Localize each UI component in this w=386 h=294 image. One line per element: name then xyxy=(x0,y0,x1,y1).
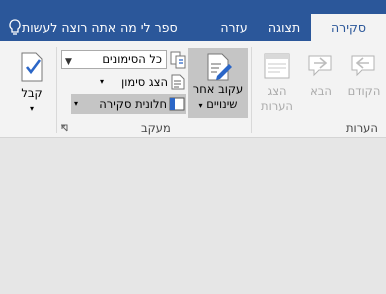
show-markup-button[interactable]: הצג סימון ▾ xyxy=(100,72,186,92)
track-changes-button[interactable]: עקוב אחר שינויים ▾ xyxy=(188,48,248,118)
track-changes-label-2: שינויים ▾ xyxy=(198,97,238,111)
group-separator xyxy=(251,47,252,133)
chevron-down-icon: ▼ xyxy=(65,57,72,67)
show-comments-label-1: הצג xyxy=(267,84,287,98)
lightbulb-icon xyxy=(9,18,21,35)
track-changes-icon xyxy=(207,53,232,81)
next-comment-icon xyxy=(308,55,332,77)
tab-help[interactable]: עזרה xyxy=(210,14,258,41)
markup-dropdown[interactable]: כל הסימונים ▼ xyxy=(61,50,167,69)
comments-group-label: הערות xyxy=(346,121,378,135)
accept-label: קבל xyxy=(21,86,43,100)
show-comments-button[interactable]: הצג הערות xyxy=(258,52,296,114)
tab-view[interactable]: תצוגה xyxy=(258,14,310,41)
show-comments-label-2: הערות xyxy=(261,99,293,113)
document-canvas xyxy=(0,146,386,294)
show-markup-icon xyxy=(171,74,185,90)
dialog-launcher-icon[interactable] xyxy=(60,124,68,132)
chevron-down-icon: ▾ xyxy=(100,77,105,86)
tab-review[interactable]: סקירה xyxy=(311,14,386,41)
track-changes-label-1: עקוב אחר xyxy=(192,82,244,96)
tell-me-text: ספר לי מה אתה רוצה לעשות xyxy=(22,20,178,35)
previous-comment-button[interactable]: הקודם xyxy=(344,52,384,99)
previous-comment-icon xyxy=(351,55,375,77)
tell-me-search[interactable]: ספר לי מה אתה רוצה לעשות xyxy=(4,14,188,41)
show-markup-label: הצג סימון xyxy=(121,75,168,89)
chevron-down-icon: ▾ xyxy=(198,101,203,110)
show-comments-icon xyxy=(264,53,290,79)
reviewing-pane-label: חלונית סקירה xyxy=(99,97,167,111)
markup-icon xyxy=(170,51,186,69)
reviewing-pane-button[interactable]: חלונית סקירה ▾ xyxy=(71,94,186,114)
accept-icon xyxy=(21,52,43,82)
next-comment-label: הבא xyxy=(310,84,332,98)
next-comment-button[interactable]: הבא xyxy=(302,52,340,99)
accept-button[interactable]: קבל ▾ xyxy=(14,52,50,116)
chevron-down-icon: ▾ xyxy=(74,99,79,108)
group-separator xyxy=(56,47,57,133)
previous-comment-label: הקודם xyxy=(347,84,381,98)
chevron-down-icon: ▾ xyxy=(29,104,34,113)
tracking-group-label: מעקב xyxy=(141,121,171,135)
reviewing-pane-icon xyxy=(169,97,185,111)
markup-dropdown-value: כל הסימונים xyxy=(102,52,162,66)
ribbon-tab-bar: ספר לי מה אתה רוצה לעשות עזרה תצוגה סקיר… xyxy=(0,0,386,41)
